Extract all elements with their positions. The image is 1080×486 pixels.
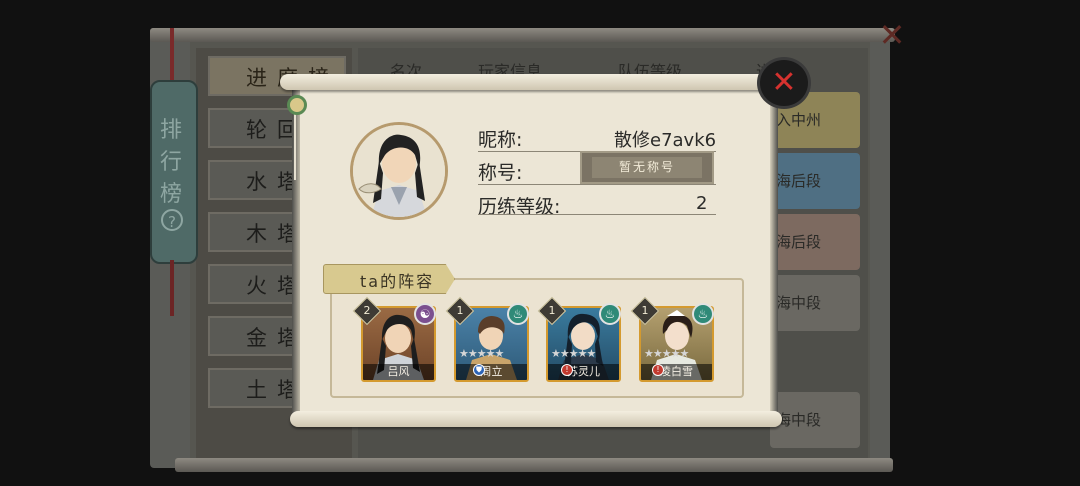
wind-icon: ♨ (507, 303, 529, 325)
hero-level: 1 (548, 304, 556, 317)
shield-role-icon: ⛊ (473, 364, 485, 376)
banner-tassel-top (170, 28, 174, 80)
hero-name: 周立 (456, 364, 527, 380)
title-divider (478, 184, 716, 185)
title-label: 称号: (478, 162, 523, 184)
lineup-title: ta的阵容 (360, 272, 435, 291)
leaderboard-close-icon[interactable]: ✕ (870, 15, 914, 55)
title-value: 暂无称号 (592, 157, 702, 178)
hero-name: 苏灵儿 (548, 364, 619, 380)
hero-level: 1 (641, 304, 649, 317)
attack-role-icon: ! (561, 364, 573, 376)
hero-name: 吕风 (363, 364, 434, 380)
player-avatar (350, 122, 448, 220)
banner-char-2: 行 (160, 150, 183, 175)
leaderboard-bottom-rod (175, 458, 893, 472)
hero-level: 1 (456, 304, 464, 317)
hero-star-rating: ★★★★★ (459, 347, 504, 360)
jade-ornament-icon (287, 95, 307, 115)
dialog-bottom-rod (290, 411, 782, 427)
hero-level: 2 (363, 304, 371, 317)
help-icon[interactable]: ? (161, 209, 183, 231)
yin-yang-icon: ☯ (414, 303, 436, 325)
dialog-top-rod (280, 74, 790, 90)
nickname-label: 昵称: (478, 129, 523, 151)
banner-char-3: 榜 (160, 182, 183, 207)
row-progress-4: 海中段 (770, 275, 860, 331)
dialog-edge-right (770, 86, 778, 418)
banner-char-1: 排 (160, 118, 183, 143)
hero-star-rating: ★★★★★ (644, 347, 689, 360)
row-progress-3: 海后段 (770, 214, 860, 270)
row-progress-5: 海中段 (770, 392, 860, 448)
close-icon[interactable]: ✕ (760, 60, 808, 106)
wind-icon: ♨ (599, 303, 621, 325)
row-progress-2: 海后段 (770, 153, 860, 209)
wind-icon: ♨ (692, 303, 714, 325)
leaderboard-top-rod (150, 28, 895, 42)
avatar-portrait-icon (353, 125, 445, 217)
attack-role-icon: ! (652, 364, 664, 376)
banner-tassel-bottom (170, 260, 174, 316)
dialog-ornament-string (294, 110, 296, 180)
level-divider (478, 214, 716, 215)
nickname-value: 散修e7avk6 (614, 130, 717, 151)
hero-star-rating: ★★★★★ (551, 347, 596, 360)
level-value: 2 (696, 193, 708, 214)
